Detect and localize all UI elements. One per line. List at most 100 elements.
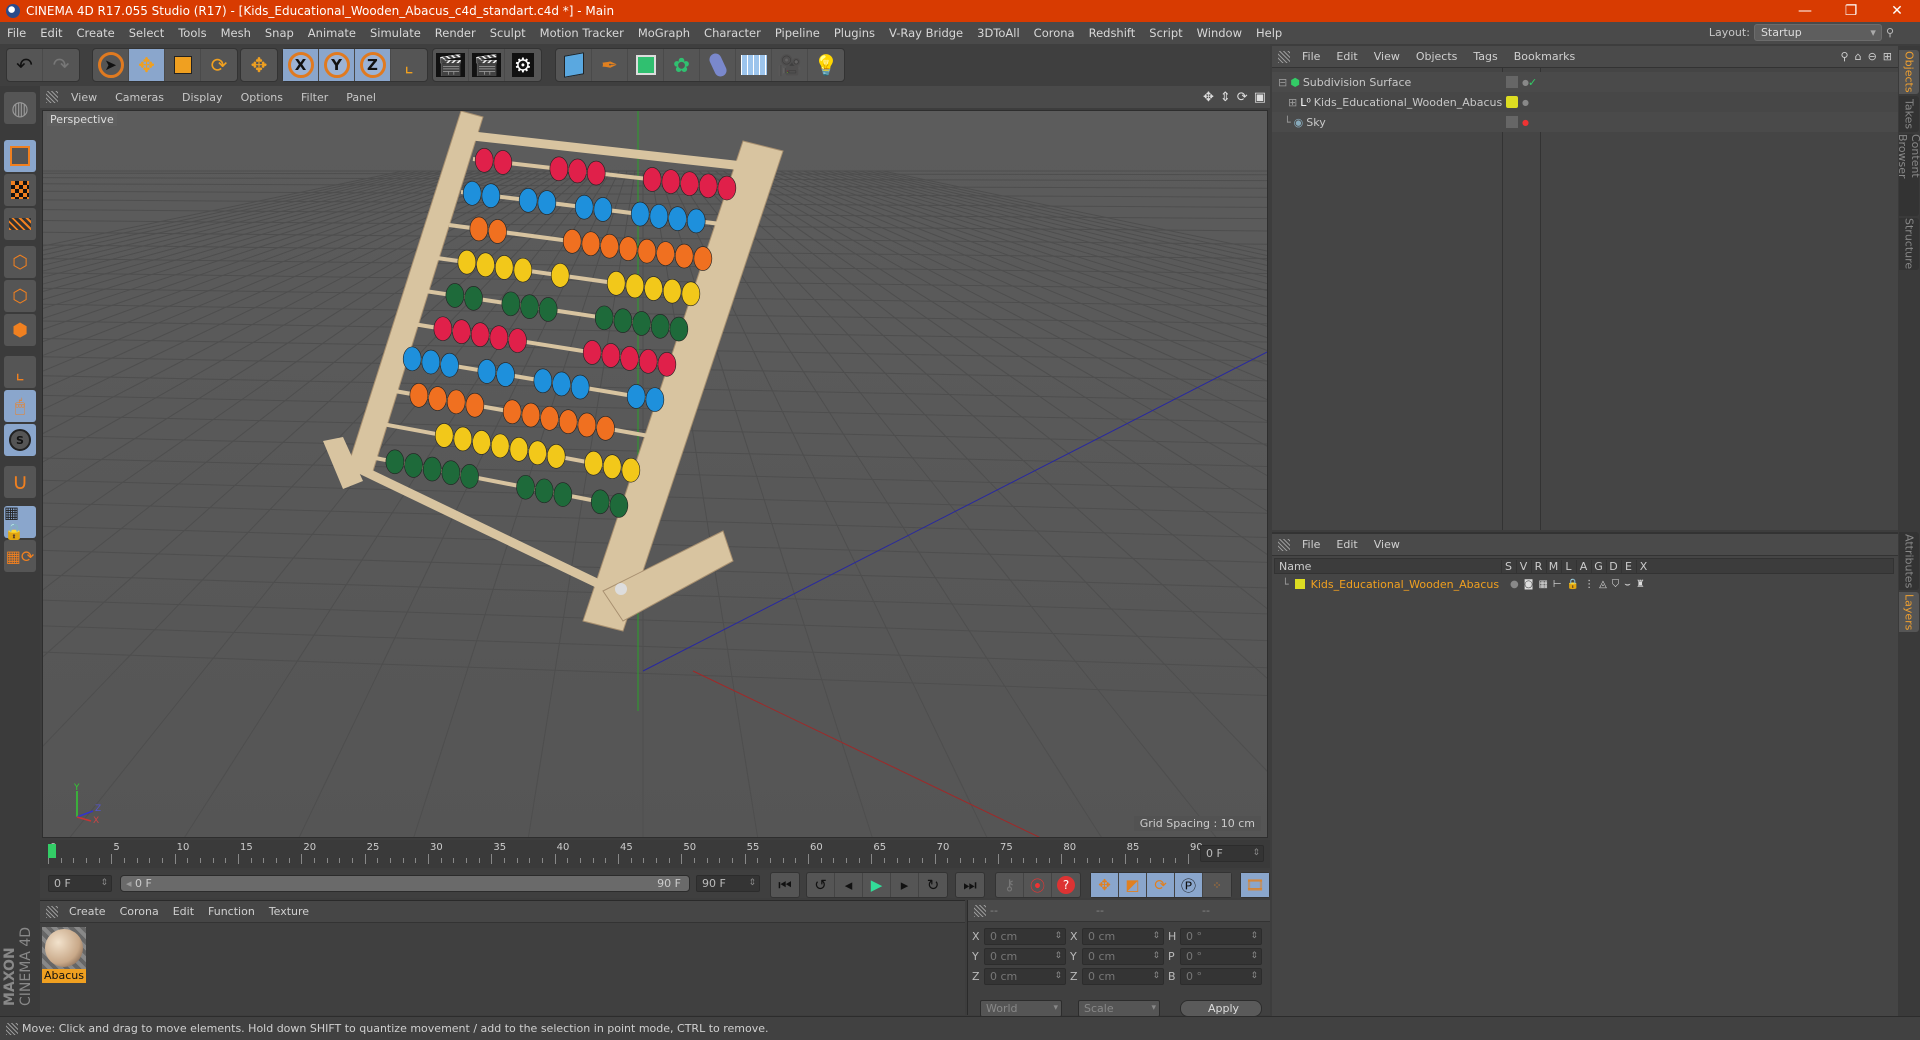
material-menu-edit[interactable]: Edit [166, 905, 201, 918]
viewport-menu-options[interactable]: Options [232, 91, 292, 104]
camera-button[interactable]: 🎥 [772, 49, 808, 81]
position-field[interactable]: 0 cm ⇕ [984, 968, 1066, 985]
new-panel-icon[interactable]: ⊞ [1883, 50, 1892, 63]
layout-dropdown[interactable]: Startup [1753, 24, 1882, 41]
points-mode-button[interactable]: ⬡ [4, 246, 36, 278]
menu-motion-tracker[interactable]: Motion Tracker [533, 26, 631, 40]
home-icon[interactable]: ⌂ [1855, 50, 1862, 63]
menu-redshift[interactable]: Redshift [1082, 26, 1143, 40]
key-position-button[interactable]: ✥ [1091, 873, 1119, 897]
maximize-view-icon[interactable]: ▣ [1254, 90, 1266, 105]
tab-structure[interactable]: Structure [1899, 218, 1919, 270]
timeline-window-button[interactable]: 🎞 [1241, 873, 1269, 897]
layer-color-icon[interactable] [1294, 579, 1305, 589]
menu-file[interactable]: File [0, 26, 33, 40]
key-scale-button[interactable]: ◩ [1119, 873, 1147, 897]
column-a[interactable]: A [1576, 560, 1590, 573]
material-menu-function[interactable]: Function [201, 905, 262, 918]
coordinate-mode-dropdown[interactable]: World ▾ [980, 1000, 1062, 1017]
menu-script[interactable]: Script [1142, 26, 1189, 40]
column-s[interactable]: S [1501, 560, 1515, 573]
prev-frame-button[interactable]: ◂ [835, 873, 863, 897]
undo-button[interactable]: ↶ [7, 49, 43, 81]
material-menu-corona[interactable]: Corona [113, 905, 166, 918]
menu-simulate[interactable]: Simulate [363, 26, 428, 40]
viewport-menu-cameras[interactable]: Cameras [106, 91, 173, 104]
generator-toggle-icon[interactable]: ◬ [1599, 579, 1607, 590]
column-e[interactable]: E [1621, 560, 1635, 573]
redo-button[interactable]: ↷ [43, 49, 79, 81]
y-axis-lock-button[interactable]: Y [319, 49, 355, 81]
pen-button[interactable]: ✒ [592, 49, 628, 81]
size-field[interactable]: 0 cm ⇕ [1082, 968, 1164, 985]
record-button[interactable]: ⦿ [1024, 873, 1052, 897]
grip-icon[interactable] [46, 91, 58, 103]
xref-toggle-icon[interactable]: ♜ [1636, 579, 1645, 590]
eye-icon[interactable]: ⊖ [1868, 50, 1877, 63]
object-menu-view[interactable]: View [1366, 50, 1408, 63]
tab-content-browser[interactable]: Content Browser [1896, 134, 1920, 216]
material-menu-texture[interactable]: Texture [262, 905, 316, 918]
edges-mode-button[interactable]: ⬡ [4, 280, 36, 312]
layer-menu-view[interactable]: View [1366, 538, 1408, 551]
collapse-icon[interactable]: ⊟ [1278, 76, 1287, 89]
goto-start-button[interactable]: ⏮ [771, 873, 799, 897]
key-rotation-button[interactable]: ⟳ [1147, 873, 1175, 897]
manager-toggle-icon[interactable]: ⊢ [1553, 579, 1562, 590]
recent-tool-button[interactable]: ✥ [241, 49, 277, 81]
key-parameter-button[interactable]: Ⓟ [1175, 873, 1203, 897]
expand-icon[interactable]: ⊞ [1288, 96, 1297, 109]
goto-end-button[interactable]: ⏭ [956, 873, 984, 897]
texture-mode-button[interactable] [4, 174, 36, 206]
search-icon[interactable]: ⚲ [1841, 50, 1849, 63]
layer-menu-edit[interactable]: Edit [1328, 538, 1365, 551]
current-frame-field[interactable]: 0 F ⇕ [1200, 845, 1264, 862]
coordinate-system-button[interactable]: ⌞ [391, 49, 427, 81]
column-x[interactable]: X [1636, 560, 1650, 573]
next-key-button[interactable]: ↻ [919, 873, 947, 897]
column-l[interactable]: L [1561, 560, 1575, 573]
polygons-mode-button[interactable]: ⬢ [4, 314, 36, 346]
menu-help[interactable]: Help [1249, 26, 1289, 40]
model-mode-button[interactable] [4, 140, 36, 172]
rotate-view-icon[interactable]: ⟳ [1237, 90, 1248, 105]
menu-mograph[interactable]: MoGraph [631, 26, 697, 40]
viewport-menu-filter[interactable]: Filter [292, 91, 337, 104]
timeline-ruler[interactable]: 051015202530354045505560657075808590 0 F… [40, 840, 1270, 868]
menu-window[interactable]: Window [1190, 26, 1249, 40]
close-button[interactable]: ✕ [1874, 0, 1920, 22]
menu-snap[interactable]: Snap [258, 26, 301, 40]
render-settings-button[interactable]: ⚙ [505, 49, 541, 81]
render-view-button[interactable]: 🎬 [433, 49, 469, 81]
size-field[interactable]: 0 cm ⇕ [1082, 948, 1164, 965]
object-menu-objects[interactable]: Objects [1408, 50, 1466, 63]
dolly-view-icon[interactable]: ⇕ [1220, 90, 1231, 105]
material-menu-create[interactable]: Create [62, 905, 113, 918]
layer-menu-file[interactable]: File [1294, 538, 1328, 551]
x-axis-lock-button[interactable]: X [283, 49, 319, 81]
object-menu-tags[interactable]: Tags [1465, 50, 1505, 63]
tweak-mode-button[interactable]: 🖱 [4, 390, 36, 422]
next-frame-button[interactable]: ▸ [891, 873, 919, 897]
deformer-button[interactable] [700, 49, 736, 81]
layer-row[interactable]: └ Kids_Educational_Wooden_Abacus ● ◙ ▦ ⊢… [1272, 574, 1898, 594]
menu-pipeline[interactable]: Pipeline [768, 26, 827, 40]
position-field[interactable]: 0 cm ⇕ [984, 948, 1066, 965]
play-button[interactable]: ▶ [863, 873, 891, 897]
rotation-field[interactable]: 0 ° ⇕ [1180, 968, 1262, 985]
tab-takes[interactable]: Takes [1899, 96, 1919, 132]
prev-key-button[interactable]: ↺ [807, 873, 835, 897]
deformer-toggle-icon[interactable]: ⛉ [1612, 579, 1620, 590]
axis-mode-button[interactable]: ⌞ [4, 356, 36, 388]
material-swatch[interactable]: Abacus [42, 927, 86, 985]
solo-toggle-icon[interactable]: ● [1510, 579, 1519, 590]
expression-toggle-icon[interactable]: ⌣ [1624, 579, 1631, 590]
restore-button[interactable]: ❐ [1828, 0, 1874, 22]
viewport-menu-panel[interactable]: Panel [337, 91, 385, 104]
live-selection-button[interactable]: ➤ [93, 49, 129, 81]
coordinate-type-dropdown[interactable]: Scale ▾ [1078, 1000, 1160, 1017]
start-frame-field[interactable]: 0 F ⇕ [48, 875, 112, 892]
solo-mode-button[interactable]: S [4, 424, 36, 456]
key-pla-button[interactable]: ⁘ [1203, 873, 1231, 897]
search-icon[interactable]: ⚲ [1886, 26, 1894, 39]
